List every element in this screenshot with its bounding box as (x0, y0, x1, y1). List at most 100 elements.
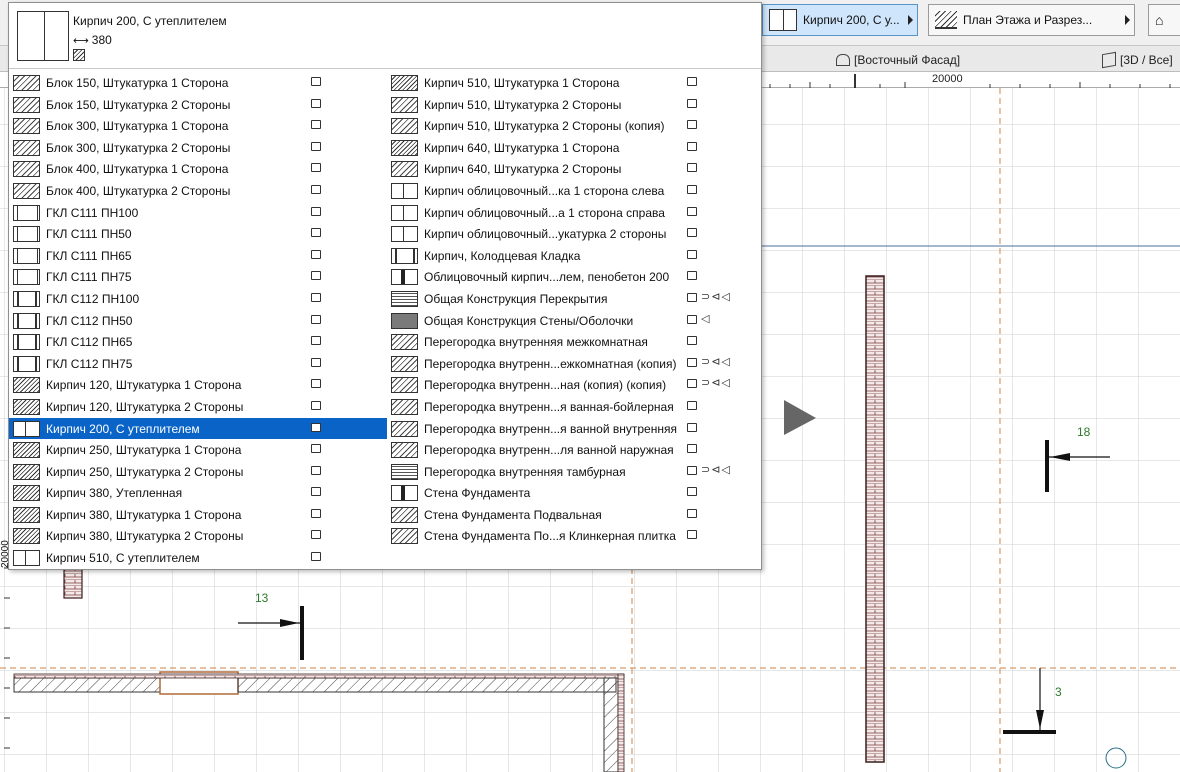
composite-item-label: Кирпич, Колодцевая Кладка (424, 248, 581, 263)
composite-list-item[interactable]: Кирпич, Колодцевая Кладка (387, 245, 761, 267)
composite-swatch-icon (391, 290, 418, 307)
composite-list-item[interactable]: Общая Конструкция Стены/Оболочки ◁ (387, 310, 761, 332)
flag-icon (311, 379, 321, 389)
section-marker-label: 13 (255, 591, 269, 605)
flag-icon (311, 422, 321, 432)
composite-list-item[interactable]: Перегородка внутренняя межкомнатная (387, 331, 761, 353)
composite-item-label: ГКЛ С111 ПН100 (46, 205, 139, 220)
composite-list-item[interactable]: Перегородка внутренн...ежкомнатная (копи… (387, 353, 761, 375)
composite-list-item[interactable]: Блок 300, Штукатурка 2 Стороны (9, 137, 387, 159)
composite-swatch-icon (13, 485, 40, 502)
composite-list-item[interactable]: Перегородка внутренн...ля ванной наружна… (387, 439, 761, 461)
composite-list-item[interactable]: Кирпич 120, Штукатурка 1 Сторона (9, 374, 387, 396)
composite-list-item[interactable]: Общая Конструкция Перекрытия ⊃⊲◁ (387, 288, 761, 310)
composite-swatch-icon (391, 75, 418, 91)
usage-symbols-icon: ⊃⊲◁ (701, 355, 731, 368)
composite-item-label: Перегородка внутренняя межкомнатная (424, 335, 648, 350)
composite-list-item[interactable]: Блок 150, Штукатурка 1 Сторона (9, 72, 387, 94)
composite-swatch-icon (391, 334, 418, 351)
composite-list-item[interactable]: Блок 400, Штукатурка 2 Стороны (9, 180, 387, 202)
composite-list-item[interactable]: Кирпич 640, Штукатурка 2 Стороны (387, 158, 761, 180)
composite-list-item[interactable]: Блок 400, Штукатурка 1 Сторона (9, 158, 387, 180)
composite-item-label: ГКЛ С112 ПН65 (46, 335, 133, 350)
composite-list-item[interactable]: ГКЛ С112 ПН65 (9, 331, 387, 353)
composite-list-item[interactable]: Кирпич 510, Штукатурка 2 Стороны (копия) (387, 115, 761, 137)
composite-list-item[interactable]: Кирпич 200, С утеплителем (9, 417, 387, 440)
home-button[interactable]: ⌂ (1148, 4, 1180, 36)
composite-swatch-icon (391, 442, 418, 459)
composite-list-item[interactable]: Кирпич облицовочный...а 1 сторона справа (387, 202, 761, 224)
composite-list-item[interactable]: Перегородка внутренн...я ванная-бойлерна… (387, 396, 761, 418)
flag-icon (687, 508, 697, 518)
composite-swatch-icon (391, 96, 418, 113)
selected-composite-name: Кирпич 200, С утеплителем (73, 14, 227, 28)
composite-list-item[interactable]: Перегородка внутренн...я ванной внутренн… (387, 418, 761, 440)
flag-icon (311, 552, 321, 562)
composite-list-left: Блок 150, Штукатурка 1 Сторона Блок 150, … (9, 72, 387, 569)
composite-item-label: ГКЛ С111 ПН75 (46, 270, 132, 285)
section-marker-label: 18 (1077, 425, 1091, 439)
thickness-icon: ⟷ (73, 34, 89, 47)
composite-list-item[interactable]: Облицовочный кирпич...лем, пенобетон 200 (387, 266, 761, 288)
composite-list-item[interactable]: ГКЛ С112 ПН100 (9, 288, 387, 310)
tab-east-facade[interactable]: [Восточный Фасад] (836, 50, 960, 70)
composite-list-item[interactable]: ГКЛ С111 ПН100 (9, 202, 387, 224)
composite-item-label: Стена Фундамента Подвальная (424, 507, 602, 522)
composite-list-item[interactable]: Кирпич 250, Штукатурка 2 Стороны (9, 461, 387, 483)
composite-list-item[interactable]: ГКЛ С111 ПН65 (9, 245, 387, 267)
composite-swatch-icon (13, 355, 40, 372)
composite-list-item[interactable]: Блок 300, Штукатурка 1 Сторона (9, 115, 387, 137)
composite-swatch-icon (391, 420, 418, 437)
composite-swatch-icon (13, 204, 40, 221)
composite-list-item[interactable]: ГКЛ С112 ПН75 (9, 353, 387, 375)
composite-list-item[interactable]: Стена Фундамента Подвальная (387, 504, 761, 526)
composite-list-item[interactable]: Стена Фундамента (387, 482, 761, 504)
composite-item-label: Кирпич 250, Штукатурка 2 Стороны (46, 464, 244, 479)
composite-item-label: ГКЛ С112 ПН75 (46, 356, 133, 371)
composite-item-label: Кирпич 510, Штукатурка 2 Стороны (424, 97, 622, 112)
flag-icon (687, 487, 697, 497)
composite-list-item[interactable]: Кирпич 250, Штукатурка 1 Сторона (9, 439, 387, 461)
flag-icon (687, 206, 697, 216)
composite-list-item[interactable]: Блок 150, Штукатурка 2 Стороны (9, 94, 387, 116)
usage-symbols-icon: ⊃⊲◁ (701, 377, 731, 390)
composite-item-label: Перегородка внутренн...ная (копия) (копи… (424, 378, 667, 393)
composite-list-item[interactable]: Перегородка внутренн...ная (копия) (копи… (387, 374, 761, 396)
composite-list-item[interactable]: ГКЛ С112 ПН50 (9, 310, 387, 332)
composite-list-item[interactable]: Кирпич 510, Штукатурка 2 Стороны (387, 94, 761, 116)
composite-list-item[interactable]: Кирпич 380, Штукатурка 2 Стороны (9, 525, 387, 547)
flag-icon (687, 336, 697, 346)
composite-swatch-icon (13, 528, 40, 545)
flag-icon (687, 444, 697, 454)
composite-list-item[interactable]: Кирпич 380, Утепленная (9, 482, 387, 504)
composite-list-item[interactable]: Кирпич 510, Штукатурка 1 Сторона (387, 72, 761, 94)
composite-item-label: Кирпич 200, С утеплителем (46, 421, 200, 436)
composite-list-item[interactable]: ГКЛ С111 ПН50 (9, 223, 387, 245)
composite-list-item[interactable]: ГКЛ С111 ПН75 (9, 266, 387, 288)
composite-list-item[interactable]: Кирпич облицовочный...укатурка 2 стороны (387, 223, 761, 245)
composite-list-item[interactable]: Кирпич облицовочный...ка 1 сторона слева (387, 180, 761, 202)
flag-icon (311, 98, 321, 108)
flag-icon (687, 314, 697, 324)
composite-list-item[interactable]: Кирпич 640, Штукатурка 1 Сторона (387, 137, 761, 159)
composite-selector-button[interactable]: Кирпич 200, С у... (762, 4, 918, 36)
view-type-button[interactable]: План Этажа и Разрез... (928, 4, 1135, 36)
flag-icon (311, 487, 321, 497)
composite-swatch-icon (391, 528, 418, 545)
composite-list-item[interactable]: Кирпич 380, Штукатурка 1 Сторона (9, 504, 387, 526)
composite-item-label: Кирпич 380, Штукатурка 1 Сторона (46, 507, 242, 522)
composite-swatch-icon (391, 398, 418, 415)
flag-icon (311, 292, 321, 302)
composite-list-item[interactable]: Кирпич 510, С утеплителем (9, 547, 387, 569)
composite-list-item[interactable]: Перегородка внутренняя тамбурная ⊃⊲◁ (387, 461, 761, 483)
tab-3d-all[interactable]: [3D / Все] (1102, 50, 1173, 70)
composite-swatch-icon (391, 485, 418, 502)
composite-swatch-icon (13, 247, 40, 264)
composite-picker-popup: Кирпич 200, С утеплителем ⟷ 380 Блок 150… (8, 2, 762, 570)
composite-list-item[interactable]: Стена Фундамента По...я Клинкерная плитк… (387, 525, 761, 547)
composite-item-label: Кирпич 120, Штукатурка 1 Сторона (46, 378, 242, 393)
composite-list-item[interactable]: Кирпич 120, Штукатурка 2 Стороны (9, 396, 387, 418)
cube-icon (1102, 51, 1116, 69)
view-type-label: План Этажа и Разрез... (963, 13, 1093, 27)
flag-icon (687, 271, 697, 281)
